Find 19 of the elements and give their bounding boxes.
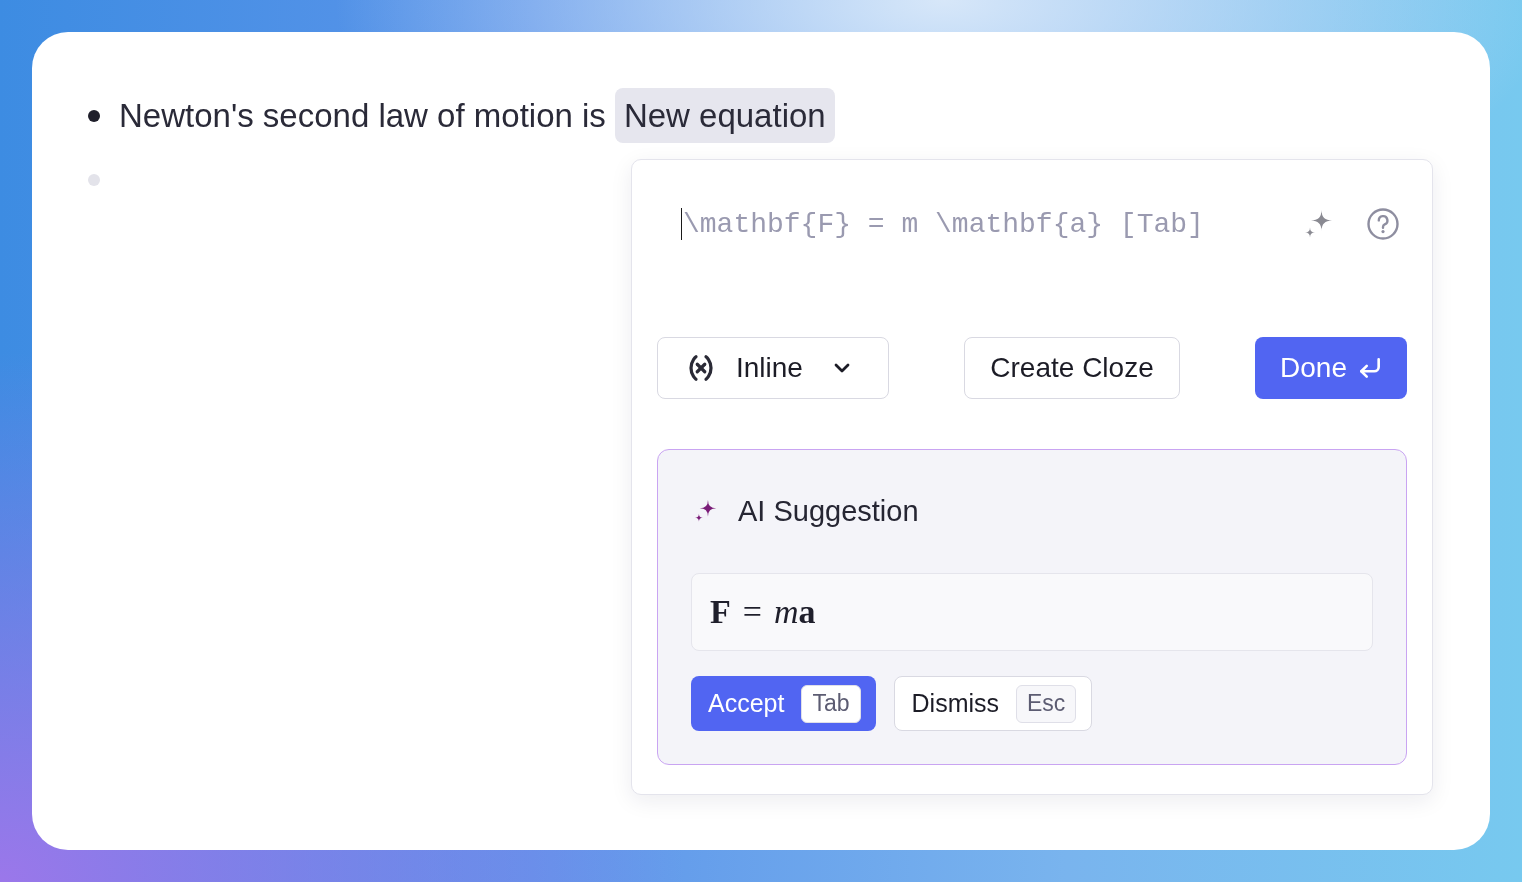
equation-chip[interactable]: New equation [614,88,835,143]
empty-bullet-icon [88,173,100,186]
help-icon[interactable] [1367,208,1399,240]
enter-icon [1357,355,1383,381]
bullet-text: Newton's second law of motion is [119,96,606,135]
latex-input[interactable]: \mathbf{F} = m \mathbf{a} [Tab] [681,208,1305,240]
accept-button[interactable]: Accept Tab [691,676,876,731]
variable-icon [686,353,716,383]
shortcut-key: Esc [1016,684,1077,723]
equation-preview: F = ma [691,573,1373,651]
dismiss-button[interactable]: Dismiss Esc [893,676,1093,731]
sparkle-icon[interactable] [1305,210,1333,238]
bullet-icon [88,109,100,122]
create-cloze-button[interactable]: Create Cloze [964,337,1180,399]
done-button[interactable]: Done [1255,337,1407,399]
panel-title: AI Suggestion [738,494,919,528]
shortcut-key: Tab [801,684,861,723]
sparkle-icon [695,500,717,522]
display-mode-dropdown[interactable]: Inline [657,337,889,399]
